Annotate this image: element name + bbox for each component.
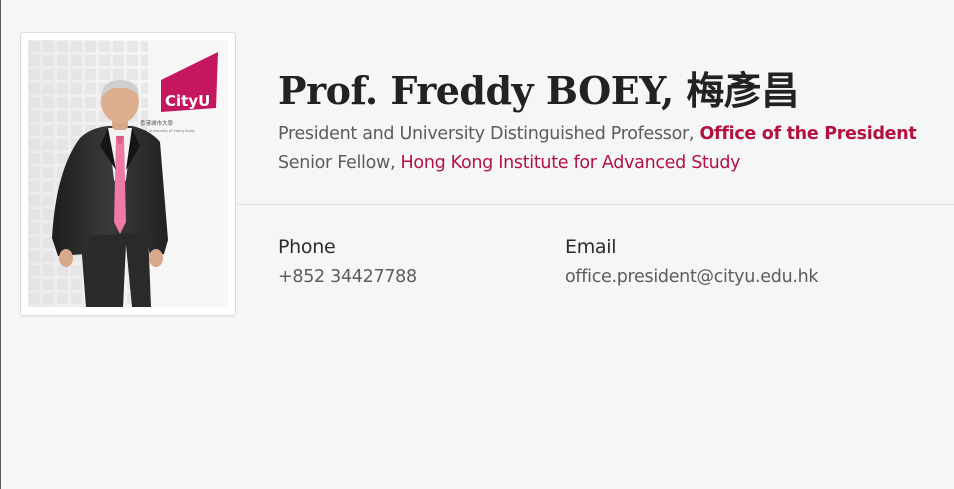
role-title: Senior Fellow, — [278, 153, 401, 173]
svg-text:香港城市大學: 香港城市大學 — [140, 119, 174, 127]
phone-value: +852 34427788 — [278, 267, 417, 287]
profile-photo: CityU 香港城市大學 City University of Hong Kon… — [28, 40, 228, 307]
svg-text:CityU: CityU — [165, 92, 210, 110]
profile-photo-card: CityU 香港城市大學 City University of Hong Kon… — [20, 32, 236, 316]
profile-name: Prof. Freddy BOEY, 梅彥昌 — [278, 68, 799, 113]
phone-label: Phone — [278, 236, 336, 258]
email-link[interactable]: office.president@cityu.edu.hk — [565, 265, 819, 289]
role-title: President and University Distinguished P… — [278, 124, 700, 144]
email-label: Email — [565, 236, 617, 258]
office-of-the-president-link[interactable]: Office of the President — [699, 124, 916, 144]
hkias-link[interactable]: Hong Kong Institute for Advanced Study — [401, 153, 741, 173]
role-line-senior-fellow: Senior Fellow, Hong Kong Institute for A… — [278, 151, 741, 175]
role-line-president: President and University Distinguished P… — [278, 122, 917, 146]
section-divider — [236, 204, 954, 205]
page-left-border — [0, 0, 1, 489]
